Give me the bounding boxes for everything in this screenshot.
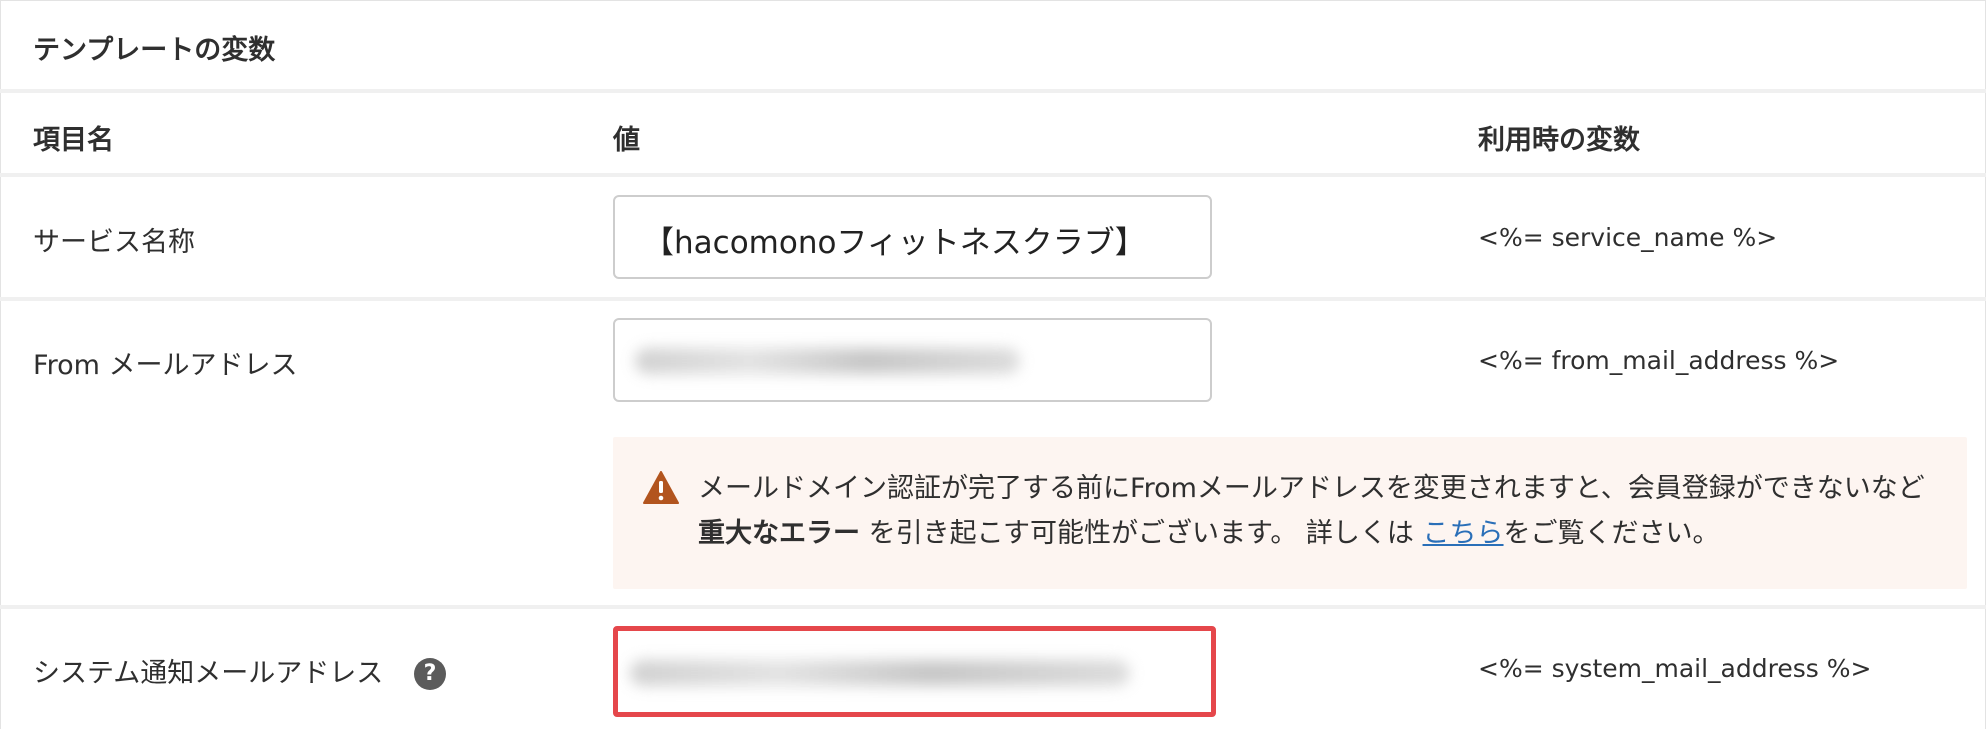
question-circle-icon[interactable]: ? <box>414 658 446 690</box>
warning-message: メールドメイン認証が完了する前にFromメールアドレスを変更されますと、会員登録… <box>698 473 1925 549</box>
row-label-from-mail: From メールアドレス <box>33 350 298 381</box>
row-label-service-name: サービス名称 <box>33 227 195 258</box>
section-title: テンプレートの変数 <box>33 35 276 66</box>
service-name-value: 【hacomonoフィットネスクラブ】 <box>643 225 1146 261</box>
row-label-system-mail: システム通知メールアドレス <box>33 658 384 689</box>
variable-from-mail-address: <%= from_mail_address %> <box>1478 346 1840 375</box>
warning-box: メールドメイン認証が完了する前にFromメールアドレスを変更されますと、会員登録… <box>613 437 1967 589</box>
warning-triangle-icon <box>643 471 679 504</box>
divider <box>0 605 1986 609</box>
column-header-variable: 利用時の変数 <box>1478 125 1640 156</box>
column-header-item: 項目名 <box>33 125 114 156</box>
from-mail-address-input[interactable] <box>613 318 1212 402</box>
blurred-value <box>635 348 1020 374</box>
divider <box>0 173 1986 177</box>
details-link[interactable]: こちら <box>1423 518 1504 549</box>
service-name-input[interactable]: 【hacomonoフィットネスクラブ】 <box>613 195 1212 279</box>
variable-service-name: <%= service_name %> <box>1478 223 1778 252</box>
section-header: テンプレートの変数 <box>0 0 1986 93</box>
variable-system-mail-address: <%= system_mail_address %> <box>1478 654 1872 683</box>
warning-emphasis: 重大なエラー <box>698 518 860 549</box>
highlight-annotation <box>613 626 1216 717</box>
column-header-value: 値 <box>613 125 640 156</box>
divider <box>0 297 1986 301</box>
